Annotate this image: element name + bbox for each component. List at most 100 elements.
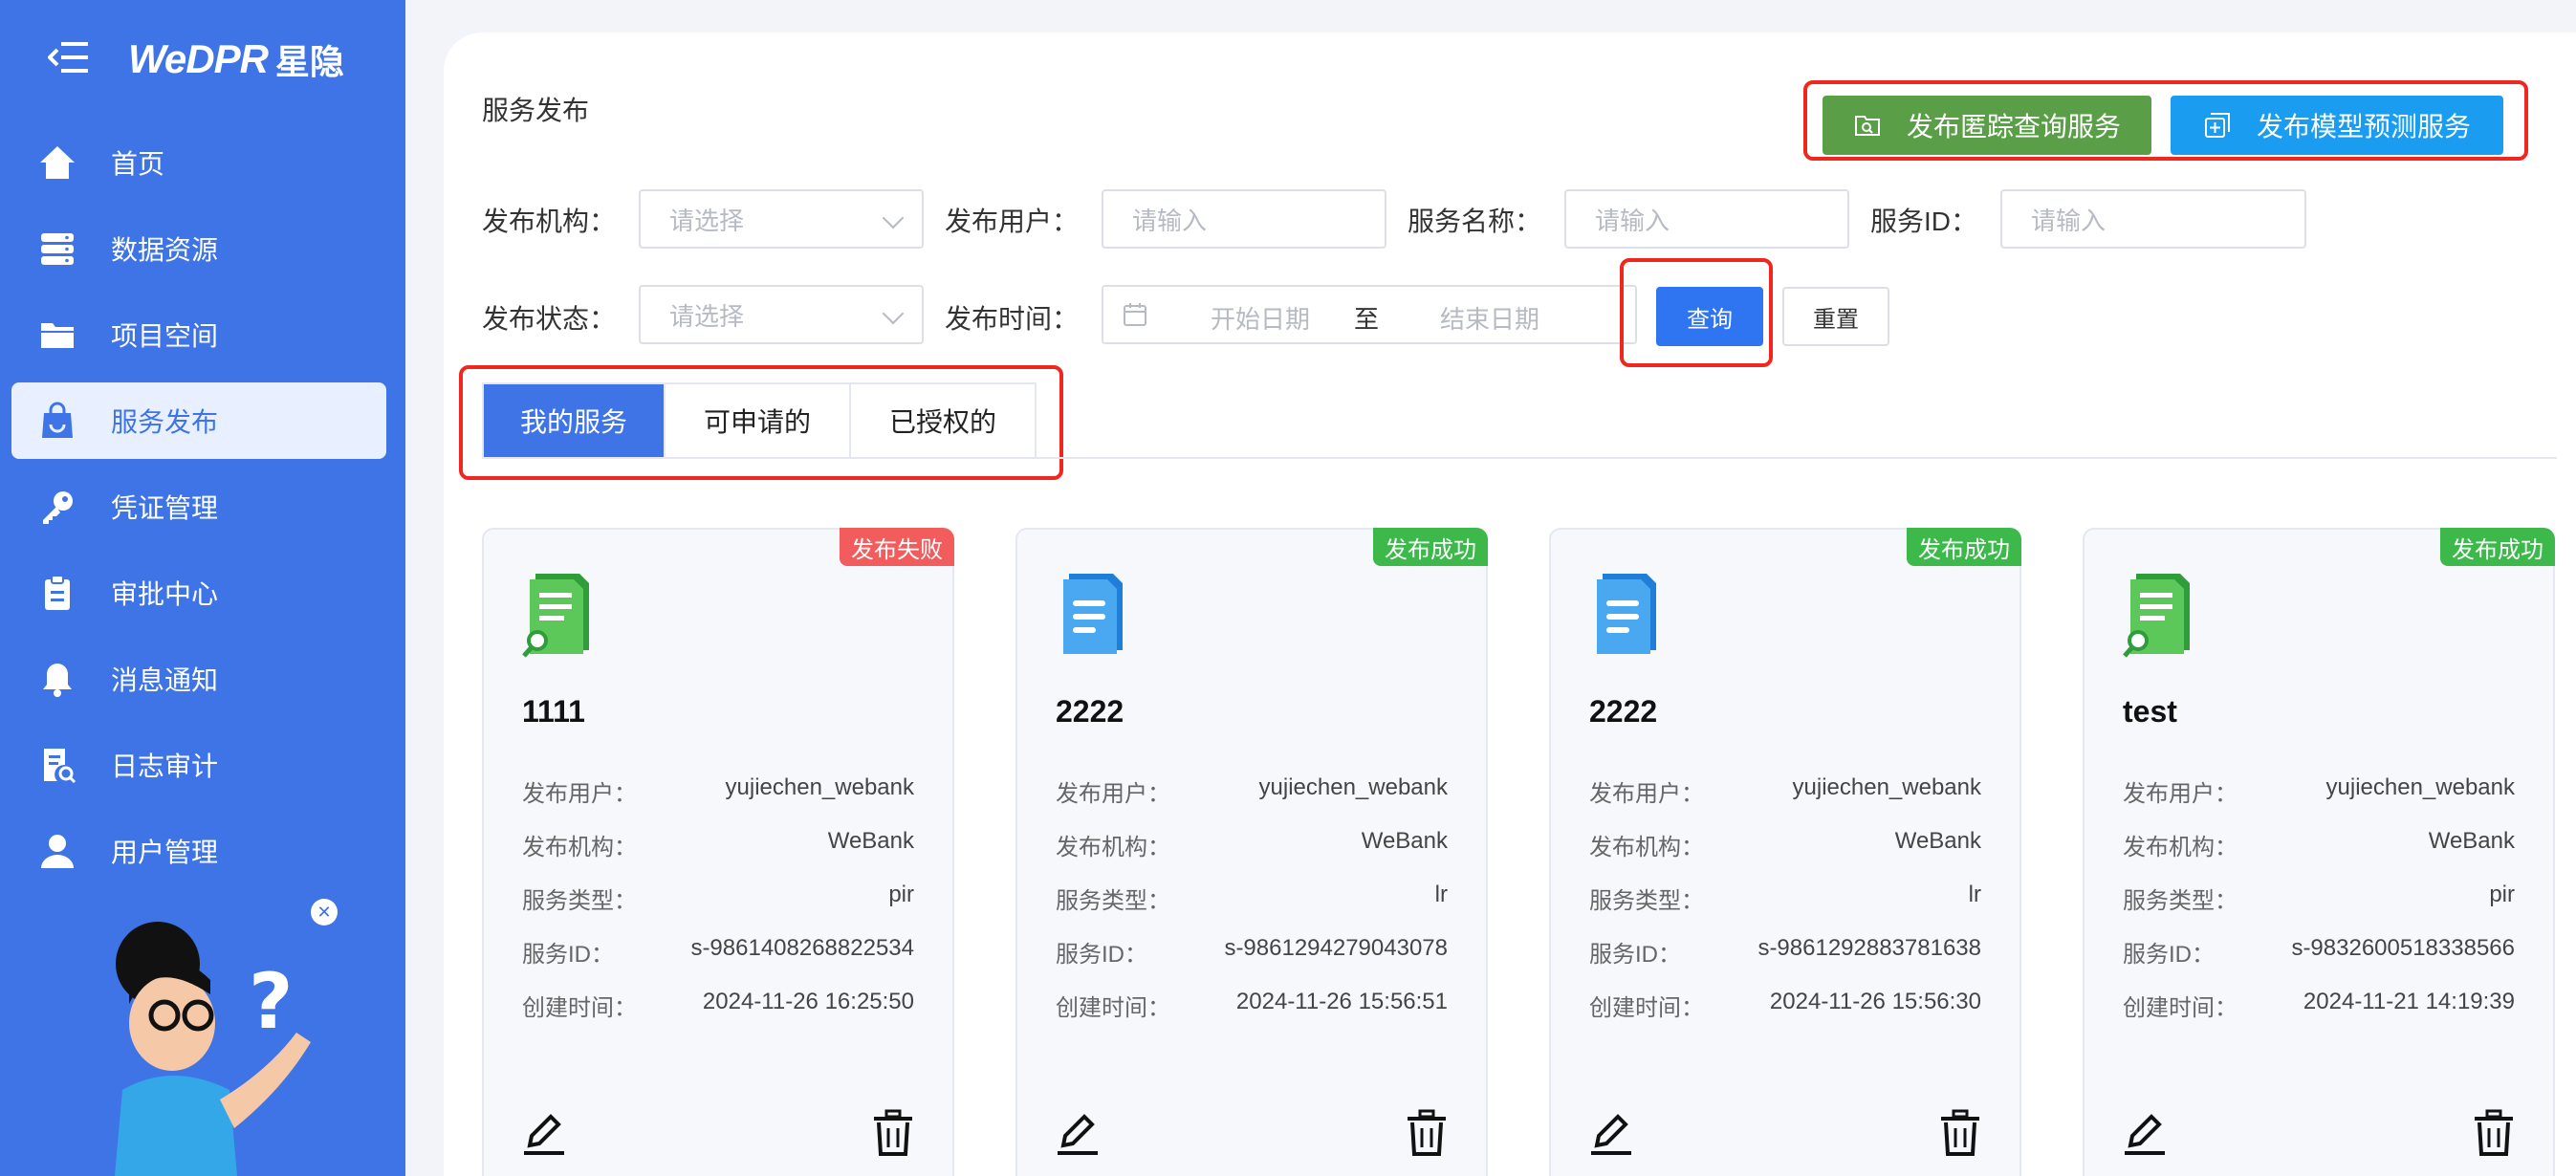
card-row-id: 服务ID： s-9861292883781638 [1589,935,1981,973]
helper-illustration: ? [76,889,363,1176]
card-row-org: 发布机构： WeBank [522,828,914,866]
edit-icon[interactable] [1589,1113,1633,1157]
model-doc-icon [1063,574,1123,654]
card-row-org: 发布机构： WeBank [1589,828,1981,866]
card-row-id: 服务ID： s-9832600518338566 [2123,935,2515,973]
card-title: 2222 [1056,694,1124,729]
card-label: 服务类型： [1589,888,1704,914]
org-select[interactable]: 请选择 [639,189,924,249]
name-filter-label: 服务名称： [1408,207,1542,236]
card-value: WeBank [1894,828,1981,854]
card-row-type: 服务类型： pir [2123,882,2515,920]
status-badge: 发布成功 [1373,528,1488,566]
pir-doc-icon [522,574,589,658]
tabs-divider [482,457,2557,459]
sidebar-item-audit-log[interactable]: 日志审计 [11,727,386,803]
log-search-icon [38,746,76,784]
time-filter-label: 发布时间： [945,304,1080,334]
end-date-input[interactable]: 结束日期 [1440,300,1539,336]
card-label: 发布用户： [522,781,637,807]
status-badge: 发布成功 [1907,528,2021,566]
chevron-down-icon [882,302,905,325]
delete-icon[interactable] [2473,1109,2515,1157]
card-value: 2024-11-26 16:25:50 [702,989,914,1014]
service-tabs: 我的服务 可申请的 已授权的 [482,382,1037,459]
card-value: s-9832600518338566 [2291,935,2515,961]
sidebar-item-label: 项目空间 [111,321,219,351]
key-icon [38,488,76,526]
tab-applicable[interactable]: 可申请的 [666,384,851,457]
folder-icon [38,316,76,354]
publish-pir-service-button[interactable]: 发布匿踪查询服务 [1823,96,2151,155]
card-value: pir [2489,882,2515,907]
delete-icon[interactable] [1939,1109,1981,1157]
copy-add-icon [2204,113,2230,138]
pir-doc-icon [2123,574,2190,658]
service-card[interactable]: 发布成功 2222 发布用户： yujiechen_webank 发布机构： WeB… [1549,528,2021,1176]
start-date-input[interactable]: 开始日期 [1211,300,1310,336]
service-card[interactable]: 发布成功 2222 发布用户： yujiechen_webank 发布机构： WeB… [1015,528,1488,1176]
card-row-user: 发布用户： yujiechen_webank [2123,774,2515,813]
publish-model-service-button[interactable]: 发布模型预测服务 [2171,96,2503,155]
card-row-org: 发布机构： WeBank [2123,828,2515,866]
card-row-created: 创建时间： 2024-11-26 16:25:50 [522,989,914,1027]
card-value: yujiechen_webank [725,774,914,800]
tab-authorized[interactable]: 已授权的 [851,384,1035,457]
service-card[interactable]: 发布成功 test 发布用户： yujiechen_webank 发布机构： WeB… [2083,528,2555,1176]
card-title: 2222 [1589,694,1658,729]
card-value: yujiechen_webank [1792,774,1981,800]
service-id-input[interactable]: 请输入 [2000,189,2306,249]
user-input[interactable]: 请输入 [1102,189,1386,249]
query-button[interactable]: 查询 [1656,287,1763,346]
publish-model-label: 发布模型预测服务 [2256,112,2471,142]
sidebar-item-home[interactable]: 首页 [11,124,386,201]
id-filter-label: 服务ID： [1870,207,1978,236]
org-filter-label: 发布机构： [482,207,617,236]
card-label: 发布用户： [1056,781,1170,807]
sidebar-item-approval[interactable]: 审批中心 [11,555,386,631]
bell-icon [38,660,76,698]
tab-my-services[interactable]: 我的服务 [484,384,666,457]
database-icon [38,229,76,268]
user-input-placeholder: 请输入 [1132,206,1208,235]
edit-icon[interactable] [2123,1113,2167,1157]
status-filter-label: 发布状态： [482,304,617,334]
sidebar-item-projects[interactable]: 项目空间 [11,296,386,373]
sidebar-item-notifications[interactable]: 消息通知 [11,641,386,717]
card-label: 服务ID： [1589,942,1681,968]
delete-icon[interactable] [872,1109,914,1157]
sidebar-item-data-resources[interactable]: 数据资源 [11,210,386,287]
card-row-created: 创建时间： 2024-11-26 15:56:51 [1056,989,1448,1027]
date-range-picker[interactable]: 开始日期 至 结束日期 [1102,285,1637,344]
card-row-created: 创建时间： 2024-11-26 15:56:30 [1589,989,1981,1027]
status-badge: 发布失败 [840,528,954,566]
service-id-placeholder: 请输入 [2031,206,2107,235]
model-doc-icon [1597,574,1656,654]
sidebar-item-credentials[interactable]: 凭证管理 [11,468,386,545]
service-card[interactable]: 发布失败 1111 发布用户： yujiechen_webank 发布机构： WeB… [482,528,954,1176]
service-name-input[interactable]: 请输入 [1564,189,1849,249]
status-select-placeholder: 请选择 [669,301,745,331]
brand-logo: WeDPR 星隐 [128,21,344,98]
card-value: lr [1968,882,1981,907]
sidebar-item-users[interactable]: 用户管理 [11,813,386,889]
card-value: s-9861292883781638 [1757,935,1981,961]
sidebar-item-service-publish[interactable]: 服务发布 [11,382,386,459]
service-name-placeholder: 请输入 [1595,206,1670,235]
card-label: 创建时间： [1056,995,1170,1021]
logo-text: WeDPR [128,36,269,81]
card-row-org: 发布机构： WeBank [1056,828,1448,866]
card-label: 发布用户： [2123,781,2238,807]
card-title: 1111 [522,694,585,729]
status-select[interactable]: 请选择 [639,285,924,344]
reset-button[interactable]: 重置 [1782,287,1889,346]
card-label: 创建时间： [522,995,637,1021]
card-label: 发布用户： [1589,781,1704,807]
edit-icon[interactable] [522,1113,566,1157]
edit-icon[interactable] [1056,1113,1100,1157]
card-label: 发布机构： [2123,835,2238,860]
delete-icon[interactable] [1406,1109,1448,1157]
menu-toggle-icon[interactable] [47,38,90,76]
home-icon [38,143,76,182]
status-badge: 发布成功 [2440,528,2555,566]
